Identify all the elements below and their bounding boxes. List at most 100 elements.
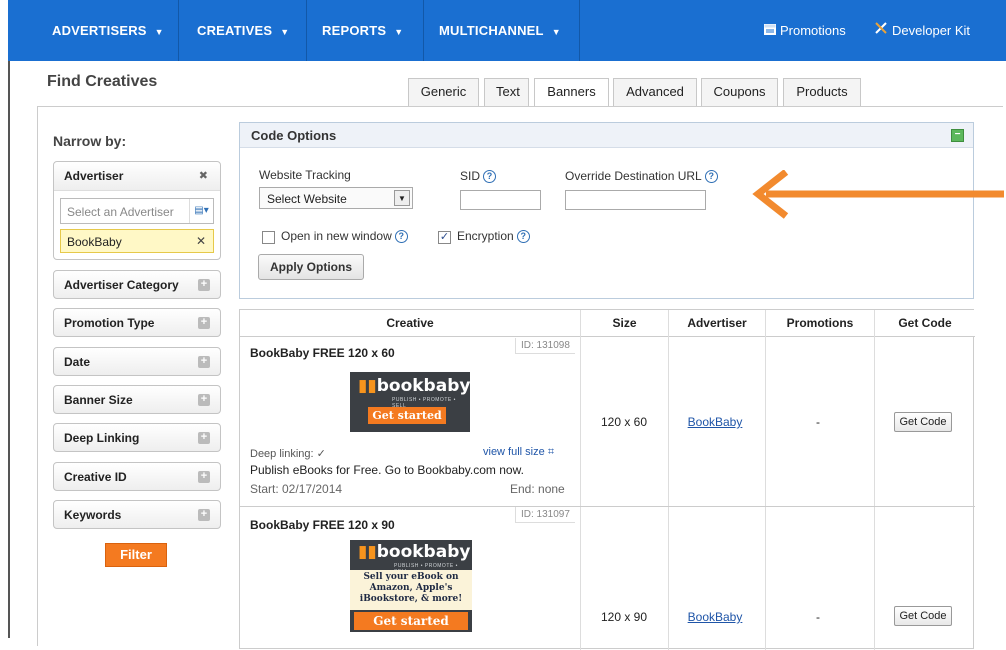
column-divider [668, 310, 669, 650]
nav-divider [423, 0, 424, 61]
nav-creatives[interactable]: CREATIVES ▼ [197, 0, 289, 61]
encryption-checkbox[interactable]: ✓ [438, 231, 451, 244]
header-get-code[interactable]: Get Code [875, 310, 975, 337]
filter-label: Banner Size [64, 393, 133, 407]
advertiser-link[interactable]: BookBaby [688, 610, 743, 624]
override-url-input[interactable] [565, 190, 706, 210]
open-new-window-label: Open in new window? [281, 229, 408, 243]
nav-divider [579, 0, 580, 61]
nav-promotions[interactable]: Promotions [764, 0, 846, 61]
nav-promotions-label: Promotions [780, 23, 846, 38]
advertiser-cell: BookBaby [667, 415, 763, 429]
collapse-minus-icon[interactable]: − [951, 129, 964, 142]
chevron-down-icon: ▼ [551, 27, 561, 37]
help-icon[interactable]: ? [394, 230, 408, 243]
expand-plus-icon[interactable]: + [198, 279, 210, 291]
row-divider [240, 506, 975, 507]
banner-image-120x90[interactable]: ▮▮bookbaby PUBLISH • PROMOTE • SELL Sell… [350, 540, 472, 632]
nav-developer-kit[interactable]: Developer Kit [874, 0, 970, 61]
deep-linking-status: Deep linking: ✓ [250, 448, 326, 460]
header-creative[interactable]: Creative [240, 310, 580, 337]
narrow-by-heading: Narrow by: [53, 133, 127, 149]
expand-plus-icon[interactable]: + [198, 471, 210, 483]
filter-label: Promotion Type [64, 316, 155, 330]
tab-products[interactable]: Products [783, 78, 861, 106]
close-icon[interactable]: ✖ [199, 169, 208, 182]
website-select-value: Select Website [267, 192, 347, 206]
sid-label: SID? [460, 169, 497, 183]
column-divider [874, 310, 875, 650]
header-advertiser[interactable]: Advertiser [669, 310, 765, 337]
list-dropdown-icon[interactable]: ▤▾ [189, 199, 213, 223]
tab-banners[interactable]: Banners [534, 78, 609, 107]
banner-message: Sell your eBook on Amazon, Apple's iBook… [350, 570, 472, 610]
bookbaby-logo: ▮▮bookbaby [358, 376, 470, 396]
tab-generic[interactable]: Generic [408, 78, 479, 106]
filter-creative-id[interactable]: Creative ID + [53, 462, 221, 491]
filter-button[interactable]: Filter [105, 543, 167, 567]
filter-keywords[interactable]: Keywords + [53, 500, 221, 529]
filter-promotion-type[interactable]: Promotion Type + [53, 308, 221, 337]
chevron-down-icon: ▼ [280, 27, 290, 37]
expand-plus-icon[interactable]: + [198, 394, 210, 406]
open-new-window-checkbox[interactable] [262, 231, 275, 244]
banner-cta: Get started [368, 407, 446, 424]
tab-text[interactable]: Text [484, 78, 529, 106]
filter-advertiser-category[interactable]: Advertiser Category + [53, 270, 221, 299]
website-select[interactable]: Select Website ▼ [259, 187, 413, 209]
nav-divider [178, 0, 179, 61]
header-promotions[interactable]: Promotions [766, 310, 874, 337]
arrow-annotation [752, 170, 1004, 219]
creative-title: BookBaby FREE 120 x 90 [250, 518, 395, 532]
column-divider [765, 310, 766, 650]
filter-label: Creative ID [64, 470, 127, 484]
advertiser-select[interactable]: Select an Advertiser ▤▾ [60, 198, 214, 224]
size-cell: 120 x 60 [600, 415, 648, 429]
expand-plus-icon[interactable]: + [198, 509, 210, 521]
nav-advertisers[interactable]: ADVERTISERS ▼ [52, 0, 164, 61]
chevron-down-icon: ▼ [154, 27, 164, 37]
advertiser-select-placeholder: Select an Advertiser [67, 205, 174, 219]
advertiser-link[interactable]: BookBaby [688, 415, 743, 429]
help-icon[interactable]: ? [516, 230, 530, 243]
logo-bars-icon: ▮▮ [358, 542, 377, 562]
expand-plus-icon[interactable]: + [198, 432, 210, 444]
encryption-text: Encryption [457, 229, 514, 243]
filter-deep-linking[interactable]: Deep Linking + [53, 423, 221, 452]
start-date: Start: 02/17/2014 [250, 482, 343, 496]
selected-advertiser-label: BookBaby [67, 235, 122, 249]
apply-options-button[interactable]: Apply Options [258, 254, 364, 280]
sid-input[interactable] [460, 190, 541, 210]
bookbaby-logo: ▮▮bookbaby [358, 542, 470, 562]
filter-label: Deep Linking [64, 431, 140, 445]
filter-date[interactable]: Date + [53, 347, 221, 376]
nav-multichannel-label: MULTICHANNEL [439, 23, 544, 38]
view-full-size-link[interactable]: view full size ⌗ [483, 446, 554, 459]
tab-advanced[interactable]: Advanced [613, 78, 697, 106]
advertiser-filter-header[interactable]: Advertiser ✖ [54, 162, 220, 191]
encryption-label: Encryption? [457, 229, 530, 243]
expand-plus-icon[interactable]: + [198, 356, 210, 368]
open-new-window-text: Open in new window [281, 229, 392, 243]
chevron-down-icon[interactable]: ▼ [394, 190, 410, 206]
logo-text: bookbaby [376, 542, 471, 562]
get-code-button[interactable]: Get Code [894, 412, 952, 432]
header-size[interactable]: Size [581, 310, 668, 337]
help-icon[interactable]: ? [483, 170, 497, 183]
filter-banner-size[interactable]: Banner Size + [53, 385, 221, 414]
help-icon[interactable]: ? [704, 170, 718, 183]
sid-label-text: SID [460, 169, 481, 183]
get-code-button[interactable]: Get Code [894, 606, 952, 626]
banner-image-120x60[interactable]: ▮▮bookbaby PUBLISH • PROMOTE • SELL Get … [350, 372, 470, 432]
remove-icon[interactable]: ✕ [196, 234, 206, 248]
tab-coupons[interactable]: Coupons [701, 78, 778, 106]
tools-icon [874, 0, 888, 61]
expand-plus-icon[interactable]: + [198, 317, 210, 329]
nav-multichannel[interactable]: MULTICHANNEL ▼ [439, 0, 561, 61]
logo-bars-icon: ▮▮ [358, 376, 377, 396]
logo-text: bookbaby [376, 376, 470, 396]
view-full-size-text: view full size [483, 446, 545, 458]
nav-reports[interactable]: REPORTS ▼ [322, 0, 403, 61]
nav-divider [306, 0, 307, 61]
advertiser-filter-panel: Advertiser ✖ Select an Advertiser ▤▾ Boo… [53, 161, 221, 260]
